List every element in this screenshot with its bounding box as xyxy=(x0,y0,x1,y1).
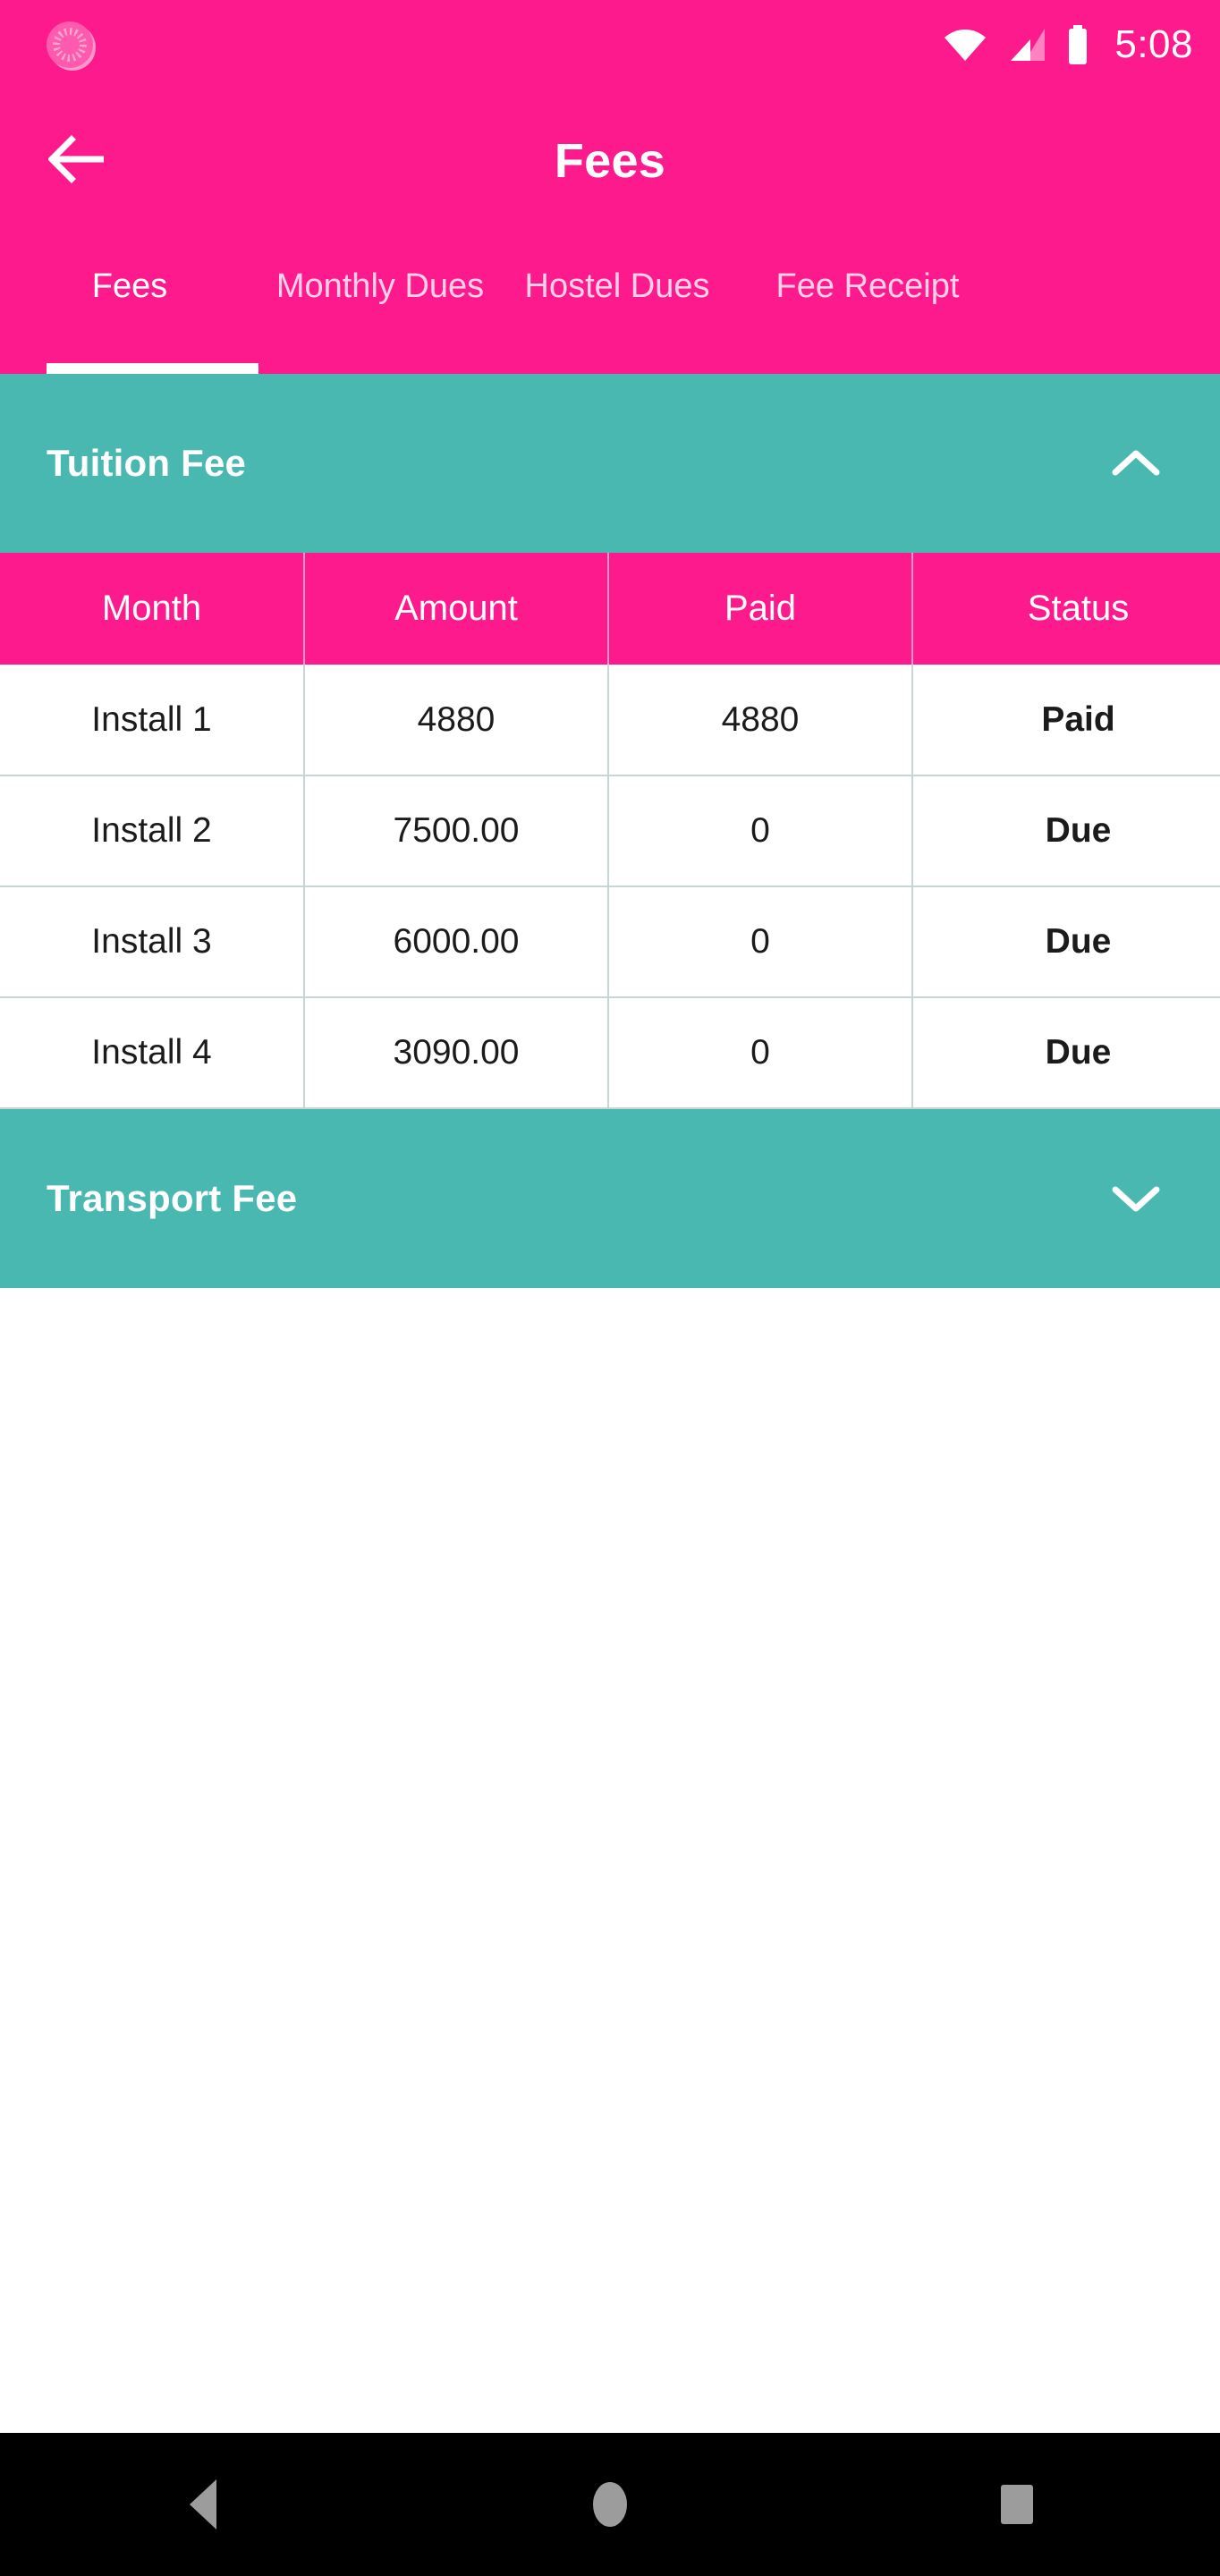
nav-home-button[interactable] xyxy=(538,2433,682,2576)
column-header-amount: Amount xyxy=(304,553,609,665)
fee-table-scroll-container[interactable]: Month Amount Paid Status Install 1 4880 … xyxy=(0,553,1220,1109)
table-row[interactable]: Install 1 4880 4880 Paid xyxy=(0,665,1220,776)
fee-table-body: Install 1 4880 4880 Paid Install 2 7500.… xyxy=(0,665,1220,1109)
battery-full-icon xyxy=(1066,25,1089,64)
table-header-row: Month Amount Paid Status xyxy=(0,553,1220,665)
cell-paid: 0 xyxy=(608,886,913,998)
arrow-left-icon xyxy=(47,134,107,189)
tab-active-indicator xyxy=(47,363,258,374)
fee-table: Month Amount Paid Status Install 1 4880 … xyxy=(0,553,1220,1109)
cell-amount: 7500.00 xyxy=(304,775,609,887)
empty-space xyxy=(0,1288,1220,2433)
status-badge: Due xyxy=(912,775,1220,887)
cell-paid: 0 xyxy=(608,997,913,1109)
content-area: Tuition Fee Month Amount Paid Status Ins… xyxy=(0,374,1220,2433)
status-bar: 5:08 xyxy=(0,0,1220,89)
section-header-tuition-fee[interactable]: Tuition Fee xyxy=(0,374,1220,553)
section-header-transport-fee[interactable]: Transport Fee xyxy=(0,1109,1220,1288)
status-badge: Due xyxy=(912,997,1220,1109)
nav-back-triangle-icon xyxy=(190,2479,217,2529)
wifi-icon xyxy=(943,27,987,63)
tab-fees[interactable]: Fees xyxy=(0,233,259,340)
chevron-up-icon[interactable] xyxy=(1107,435,1165,492)
status-bar-left xyxy=(47,21,93,68)
android-navigation-bar xyxy=(0,2433,1220,2576)
app-root: 5:08 Fees Fees Monthly Dues Hostel Dues … xyxy=(0,0,1220,2576)
cell-month: Install 1 xyxy=(0,665,305,776)
tab-bar: Fees Monthly Dues Hostel Dues Fee Receip… xyxy=(0,233,1220,374)
chevron-down-icon[interactable] xyxy=(1107,1170,1165,1227)
brightness-circle-icon xyxy=(47,21,93,68)
tab-hostel-dues[interactable]: Hostel Dues xyxy=(501,233,733,340)
status-bar-clock: 5:08 xyxy=(1114,22,1193,66)
cell-amount: 3090.00 xyxy=(304,997,609,1109)
cell-amount: 6000.00 xyxy=(304,886,609,998)
column-header-month: Month xyxy=(0,553,305,665)
cell-amount: 4880 xyxy=(304,665,609,776)
table-row[interactable]: Install 2 7500.00 0 Due xyxy=(0,775,1220,887)
nav-recents-button[interactable] xyxy=(945,2433,1089,2576)
tab-fee-receipt[interactable]: Fee Receipt xyxy=(733,233,1002,340)
back-button[interactable] xyxy=(29,112,127,210)
column-header-status: Status xyxy=(912,553,1220,665)
status-bar-right: 5:08 xyxy=(943,22,1193,67)
cell-month: Install 2 xyxy=(0,775,305,887)
app-bar: Fees xyxy=(0,89,1220,233)
table-row[interactable]: Install 4 3090.00 0 Due xyxy=(0,997,1220,1109)
nav-back-button[interactable] xyxy=(131,2433,275,2576)
status-badge: Paid xyxy=(912,665,1220,776)
cell-month: Install 3 xyxy=(0,886,305,998)
page-title: Fees xyxy=(554,134,666,188)
fee-table-header: Month Amount Paid Status xyxy=(0,553,1220,665)
cell-month: Install 4 xyxy=(0,997,305,1109)
cell-paid: 4880 xyxy=(608,665,913,776)
cell-paid: 0 xyxy=(608,775,913,887)
section-title-tuition-fee: Tuition Fee xyxy=(47,442,247,484)
section-title-transport-fee: Transport Fee xyxy=(47,1177,298,1219)
column-header-paid: Paid xyxy=(608,553,913,665)
status-badge: Due xyxy=(912,886,1220,998)
signal-bars-icon xyxy=(1007,27,1046,63)
table-row[interactable]: Install 3 6000.00 0 Due xyxy=(0,886,1220,998)
tab-monthly-dues[interactable]: Monthly Dues xyxy=(259,233,501,340)
nav-home-circle-icon xyxy=(592,2482,627,2527)
nav-recents-square-icon xyxy=(1000,2485,1033,2524)
